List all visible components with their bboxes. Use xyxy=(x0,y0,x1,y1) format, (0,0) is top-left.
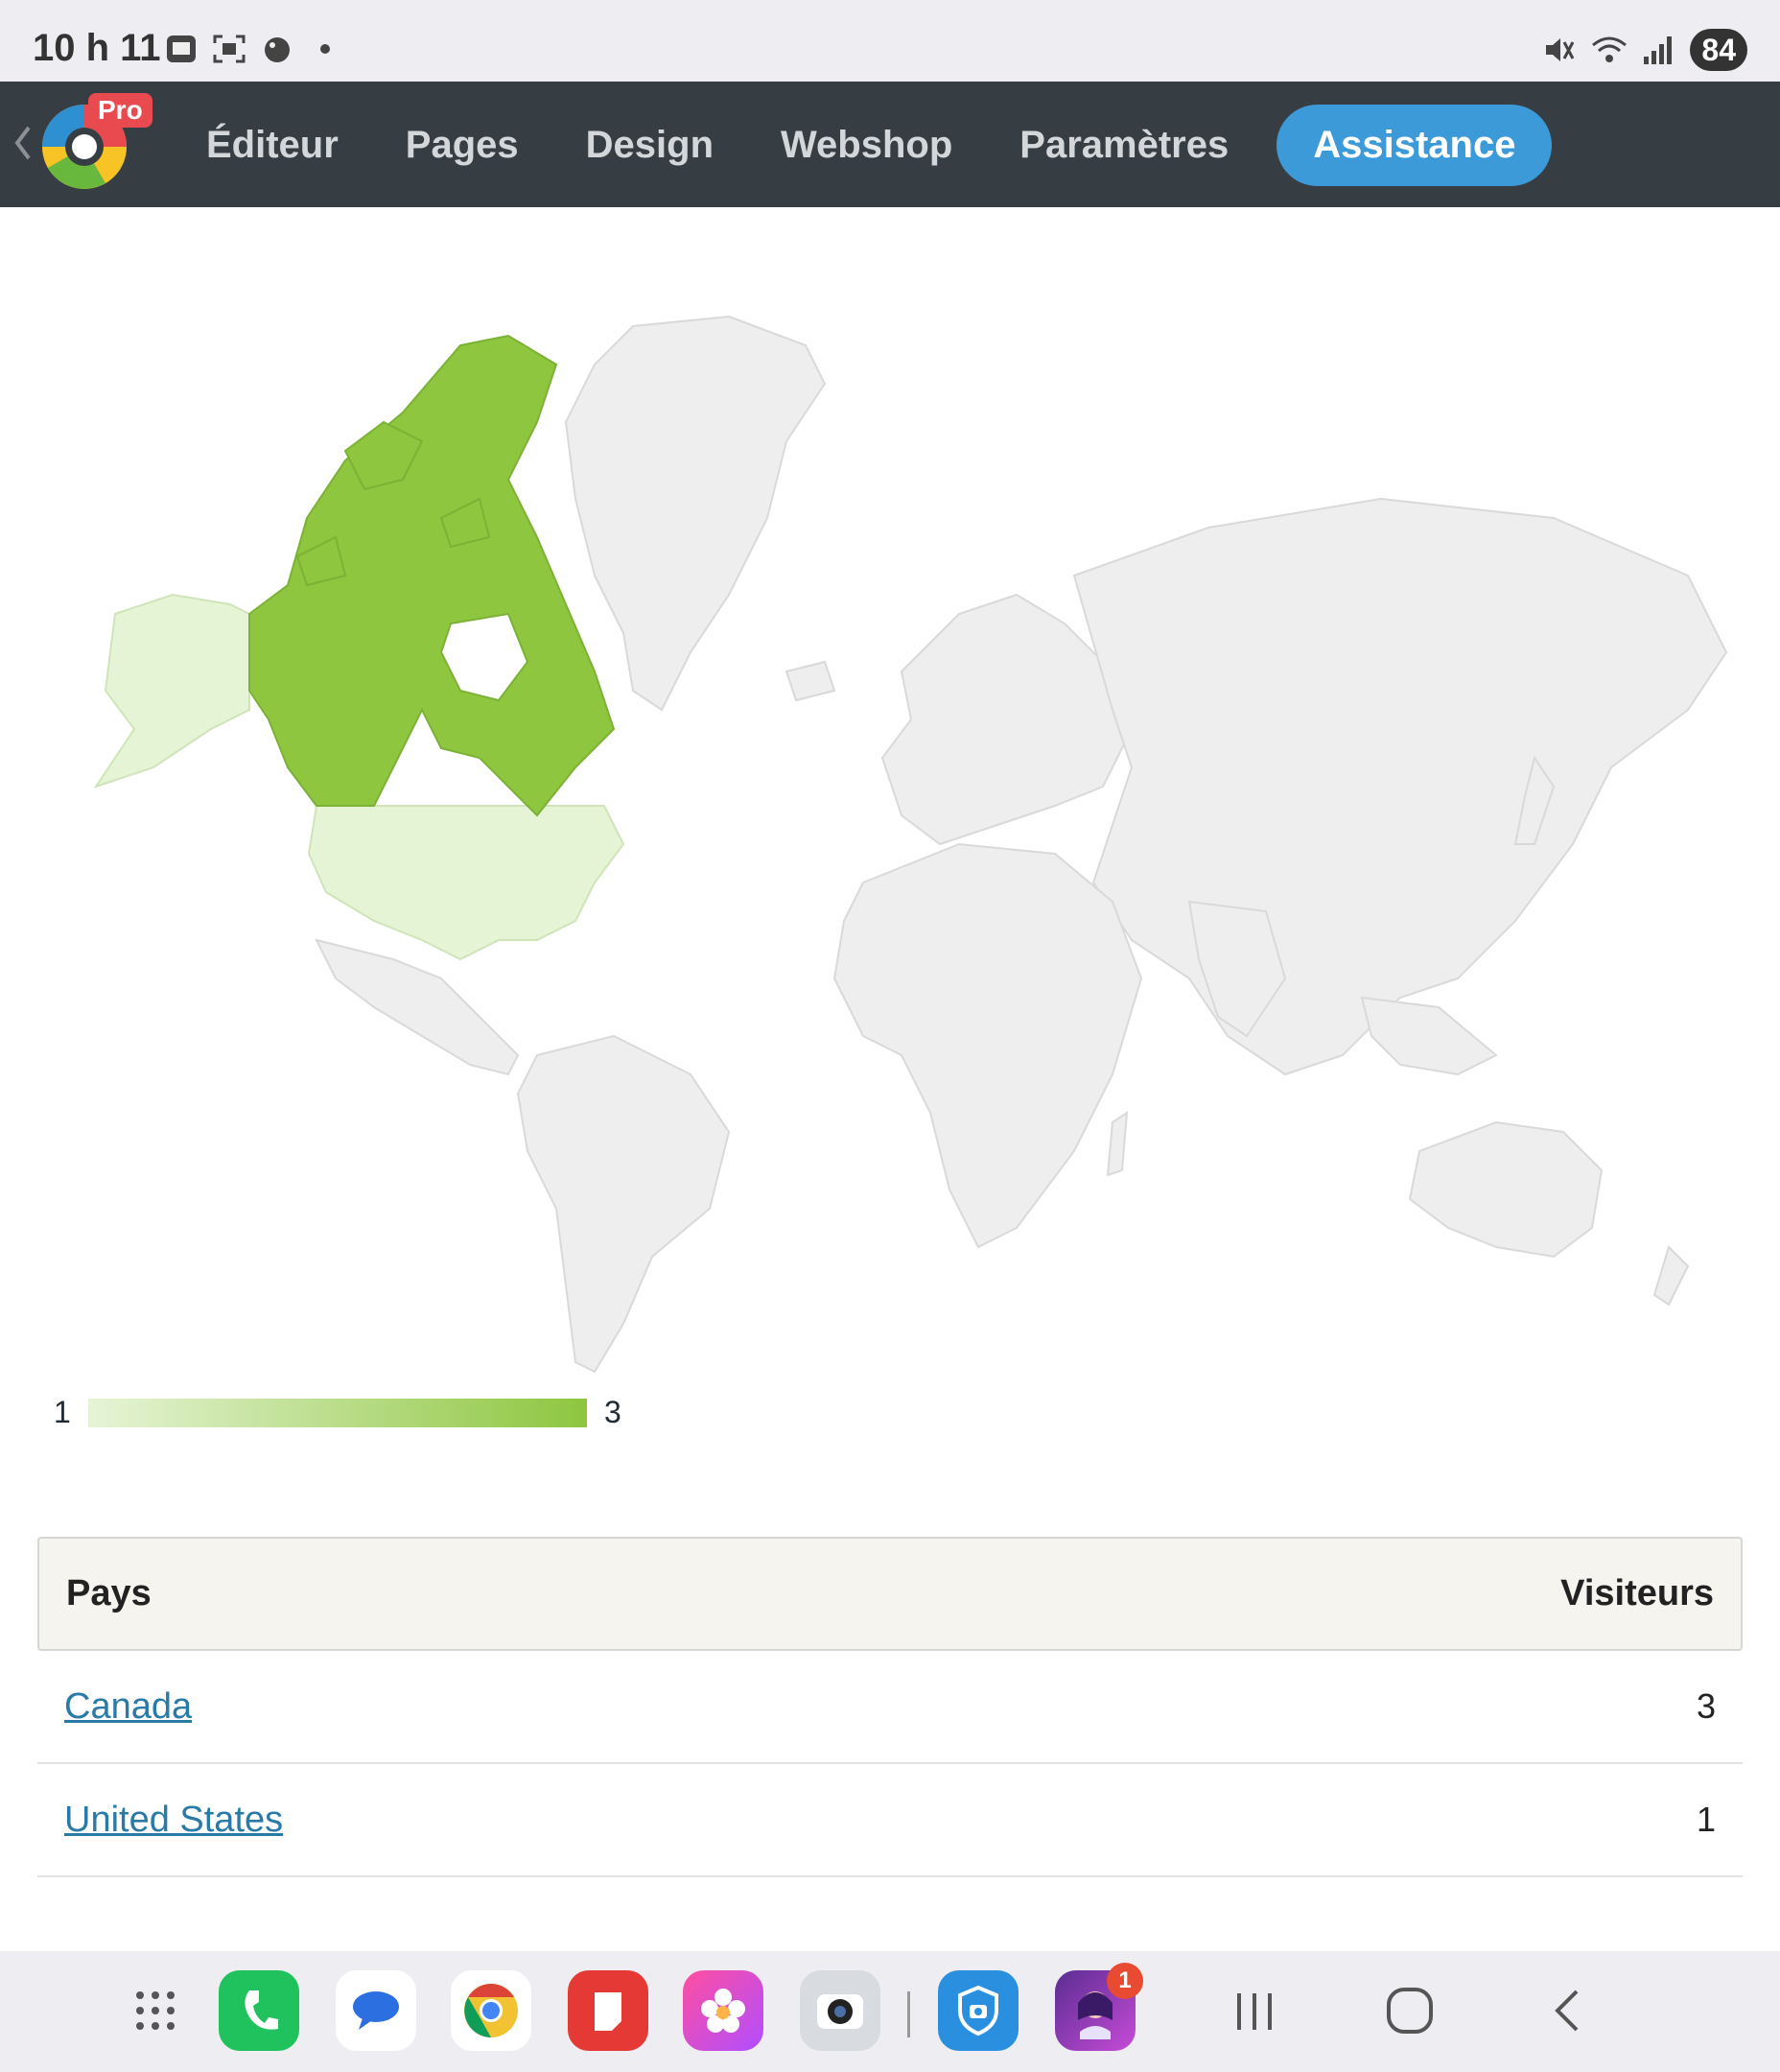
wifi-icon xyxy=(1590,34,1628,66)
map-greenland xyxy=(564,315,827,712)
header-visitors: Visiteurs xyxy=(1560,1573,1714,1613)
apps-grid-icon[interactable] xyxy=(115,1970,196,2051)
map-united-states xyxy=(307,805,625,961)
header-country: Pays xyxy=(66,1573,152,1613)
bottom-dock: 1 xyxy=(0,1951,1780,2072)
status-icons-right: 84 xyxy=(1540,29,1747,71)
app-icon xyxy=(259,33,295,65)
country-link[interactable]: Canada xyxy=(64,1686,192,1728)
secure-folder-icon[interactable] xyxy=(938,1970,1019,2051)
dock-divider xyxy=(907,1991,910,2037)
nav-webshop[interactable]: Webshop xyxy=(747,124,986,167)
visitors-table: Pays Visiteurs Canada 3 United States 1 xyxy=(37,1537,1743,1877)
legend-gradient-bar xyxy=(88,1399,587,1427)
map-new-zealand xyxy=(1652,1245,1690,1307)
table-row: Canada 3 xyxy=(37,1651,1743,1764)
legend-max-label: 3 xyxy=(604,1395,621,1429)
nav-design[interactable]: Design xyxy=(552,124,747,167)
status-time: 10 h 11 xyxy=(33,27,161,69)
gallery-icon[interactable] xyxy=(683,1970,763,2051)
country-link[interactable]: United States xyxy=(64,1800,283,1841)
nav-editeur[interactable]: Éditeur xyxy=(173,124,372,167)
nav-pages[interactable]: Pages xyxy=(372,124,552,167)
chrome-icon[interactable] xyxy=(451,1970,531,2051)
map-sea-islands xyxy=(1360,996,1498,1076)
table-header: Pays Visiteurs xyxy=(37,1537,1743,1651)
table-row: United States 1 xyxy=(37,1764,1743,1877)
phone-icon[interactable] xyxy=(219,1970,299,2051)
recents-icon[interactable] xyxy=(1224,1980,1285,2041)
visitor-count: 1 xyxy=(1696,1800,1716,1839)
map-iceland xyxy=(785,660,836,702)
nav-back-icon[interactable] xyxy=(12,124,35,167)
app-navbar: Pro Éditeur Pages Design Webshop Paramèt… xyxy=(0,82,1780,207)
nav-assistance[interactable]: Assistance xyxy=(1276,104,1553,186)
screenshot-icon xyxy=(211,33,247,65)
camera-icon[interactable] xyxy=(800,1970,880,2051)
messages-icon[interactable] xyxy=(336,1970,416,2051)
map-legend: 1 3 xyxy=(54,1395,639,1429)
map-madagascar xyxy=(1106,1111,1129,1177)
status-bar: 10 h 11 84 xyxy=(0,0,1780,82)
map-mexico xyxy=(315,938,520,1076)
legend-min-label: 1 xyxy=(54,1395,71,1429)
world-map xyxy=(58,307,1745,1381)
notes-icon[interactable] xyxy=(568,1970,648,2051)
map-asia xyxy=(1072,497,1728,1076)
map-africa xyxy=(832,842,1143,1249)
pro-badge: Pro xyxy=(88,93,152,128)
sim-icon xyxy=(163,33,199,65)
map-alaska xyxy=(93,593,250,789)
back-icon[interactable] xyxy=(1536,1980,1598,2041)
map-australia xyxy=(1408,1120,1604,1259)
battery-indicator: 84 xyxy=(1690,29,1747,71)
map-south-america xyxy=(516,1034,731,1374)
visitor-count: 3 xyxy=(1696,1686,1716,1726)
dot-icon xyxy=(307,33,343,65)
linky-app-icon[interactable]: 1 xyxy=(1055,1963,1143,2051)
status-icons-left xyxy=(163,33,343,65)
signal-icon xyxy=(1640,34,1676,66)
home-icon[interactable] xyxy=(1379,1980,1440,2041)
linky-notification-badge: 1 xyxy=(1107,1963,1143,1999)
mute-icon xyxy=(1540,34,1577,66)
nav-parametres[interactable]: Paramètres xyxy=(986,124,1262,167)
nav-items: Éditeur Pages Design Webshop Paramètres … xyxy=(173,101,1553,189)
